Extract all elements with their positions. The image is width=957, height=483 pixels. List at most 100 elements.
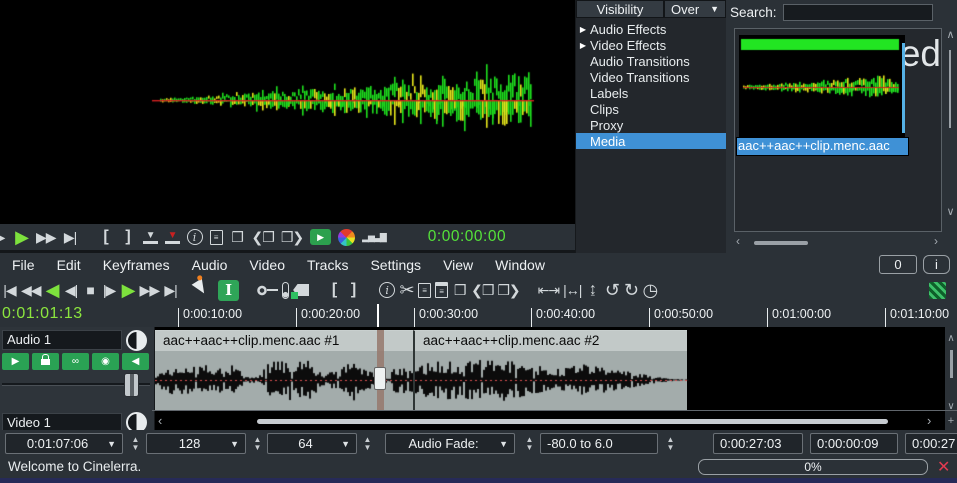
label-icon[interactable]: ❒ <box>230 227 245 247</box>
menu-window[interactable]: Window <box>495 257 545 273</box>
folder-clips[interactable]: Clips <box>576 101 726 117</box>
media-item-name[interactable]: aac++aac++clip.menc.aac <box>736 137 909 156</box>
duration-stepper[interactable]: ▲ ▼ <box>127 433 144 454</box>
folder-video-effects[interactable]: ▶Video Effects <box>576 37 726 53</box>
play-icon[interactable]: ▶ <box>121 280 136 300</box>
expand-icon[interactable]: ▶ <box>576 25 590 34</box>
fast-forward-icon[interactable]: ▶▶ <box>36 227 56 247</box>
scroll-right-icon[interactable]: › <box>927 413 931 428</box>
arm-track-button[interactable] <box>32 353 59 370</box>
menu-edit[interactable]: Edit <box>57 257 81 273</box>
track-canvas[interactable]: aac++aac++clip.menc.aac #1 aac++aac++cli… <box>155 327 945 430</box>
mute-track-button[interactable]: ◀ <box>122 353 149 370</box>
selection-length-field[interactable]: 0:00:00:09 <box>810 433 898 454</box>
fast-forward-icon[interactable]: ▶▶ <box>140 280 160 300</box>
folder-proxy[interactable]: Proxy <box>576 117 726 133</box>
fit-autos-icon[interactable]: |↔| <box>563 280 581 300</box>
split-icon[interactable]: ✂ <box>399 280 414 300</box>
draw-media-button[interactable]: ◉ <box>92 353 119 370</box>
folder-video-transitions[interactable]: Video Transitions <box>576 69 726 85</box>
automation-stepper[interactable]: ▲ ▼ <box>521 433 538 454</box>
frame-reverse-icon[interactable]: ◀| <box>64 280 79 300</box>
overlay-mode-dropdown[interactable]: Over ▼ <box>664 0 726 18</box>
cut-paste-mode-icon[interactable]: I <box>218 280 239 301</box>
scrollbar-thumb[interactable] <box>949 50 951 128</box>
scroll-right-icon[interactable]: › <box>934 234 938 248</box>
plus-icon[interactable]: + <box>945 415 957 427</box>
menu-keyframes[interactable]: Keyframes <box>103 257 170 273</box>
out-point-icon[interactable]: ] <box>346 280 361 300</box>
copy-icon[interactable]: ≡ <box>418 283 431 298</box>
fit-selection-icon[interactable]: ⇤⇥ <box>538 280 559 300</box>
in-point-icon[interactable]: [ <box>327 280 342 300</box>
folder-media[interactable]: Media <box>576 133 726 149</box>
play-partial-icon[interactable]: ▶ <box>0 227 7 247</box>
timeline-horizontal-scrollbar[interactable] <box>257 419 888 424</box>
amplitude-zoom-combo[interactable]: 128 ▼ <box>146 433 246 454</box>
timeline-vertical-scrollbar[interactable]: ∧ ∨ + <box>945 327 957 430</box>
audio-clip-2[interactable]: aac++aac++clip.menc.aac #2 <box>413 330 687 410</box>
paste-icon[interactable]: ≡ <box>435 282 448 298</box>
amplitude-stepper[interactable]: ▲ ▼ <box>249 433 266 454</box>
frame-forward-icon[interactable]: |▶ <box>102 280 117 300</box>
automation-type-combo[interactable]: Audio Fade: ▼ <box>385 433 515 454</box>
selection-start-field[interactable]: 0:00:27:03 <box>713 433 803 454</box>
expand-track-button[interactable] <box>126 412 147 430</box>
zoom-selection-icon[interactable]: ↨ <box>585 280 600 300</box>
close-icon[interactable]: ✕ <box>937 457 950 477</box>
histogram-icon[interactable]: ▂▅▃▇ <box>362 227 386 247</box>
track-height-stepper[interactable]: ▲ ▼ <box>359 433 376 454</box>
menu-settings[interactable]: Settings <box>370 257 421 273</box>
goto-start-icon[interactable]: |◀ <box>2 280 17 300</box>
clip-info-icon[interactable]: i <box>187 229 203 245</box>
selection-handle[interactable] <box>374 367 386 390</box>
automation-range-field[interactable]: -80.0 to 6.0 <box>540 433 658 454</box>
scroll-down-icon[interactable]: ∨ <box>945 401 957 412</box>
viewer-canvas[interactable] <box>0 0 575 224</box>
gang-fader-button[interactable]: ∞ <box>62 353 89 370</box>
next-label-icon[interactable]: ❒❯ <box>497 280 519 300</box>
menu-audio[interactable]: Audio <box>192 257 228 273</box>
preferences-clock-icon[interactable]: ◷ <box>642 280 657 300</box>
dual-screen-icon[interactable] <box>929 282 946 299</box>
prev-label-icon[interactable]: ❮❒ <box>252 227 274 247</box>
fader-handle[interactable] <box>124 373 139 397</box>
media-horizontal-scrollbar[interactable]: ‹ › <box>734 236 942 249</box>
scroll-down-icon[interactable]: ∨ <box>944 205 957 218</box>
goto-end-icon[interactable]: ▶| <box>63 227 78 247</box>
lock-labels-icon[interactable] <box>293 284 309 296</box>
keyframe-key-icon[interactable] <box>257 285 278 296</box>
expand-icon[interactable]: ▶ <box>576 41 590 50</box>
out-point-icon[interactable]: ] <box>121 227 136 247</box>
media-vertical-scrollbar[interactable]: ∧ ∨ <box>944 28 957 232</box>
prev-label-icon[interactable]: ❮❒ <box>471 280 493 300</box>
timebar-ruler[interactable]: 0:00:10:000:00:20:000:00:30:000:00:40:00… <box>155 303 957 327</box>
next-label-icon[interactable]: ❒❯ <box>281 227 303 247</box>
scroll-left-icon[interactable]: ‹ <box>736 234 740 248</box>
menu-view[interactable]: View <box>443 257 473 273</box>
folder-audio-effects[interactable]: ▶Audio Effects <box>576 21 726 37</box>
redo-icon[interactable]: ↻ <box>623 280 638 300</box>
folder-audio-transitions[interactable]: Audio Transitions <box>576 53 726 69</box>
info-button[interactable]: i <box>923 255 950 274</box>
expand-track-button[interactable] <box>126 330 147 351</box>
insertion-point-marker[interactable] <box>377 304 379 327</box>
step-down-icon[interactable]: ▼ <box>254 444 262 452</box>
to-clip-icon[interactable]: ▶ <box>310 229 331 245</box>
scroll-up-icon[interactable]: ∧ <box>946 29 954 41</box>
selection-end-field[interactable]: 0:00:27 <box>905 433 957 454</box>
undo-icon[interactable]: ↺ <box>604 280 619 300</box>
track-title-video1[interactable]: Video 1 <box>2 413 122 430</box>
zero-button[interactable]: 0 <box>879 255 917 274</box>
menu-file[interactable]: File <box>12 257 35 273</box>
menu-video[interactable]: Video <box>249 257 285 273</box>
duration-zoom-combo[interactable]: 0:01:07:06 ▼ <box>5 433 123 454</box>
play-track-button[interactable]: ▶ <box>2 353 29 370</box>
folder-labels[interactable]: Labels <box>576 85 726 101</box>
copy-icon[interactable]: ≡ <box>210 230 223 245</box>
scrollbar-thumb[interactable] <box>754 241 808 245</box>
scroll-up-icon[interactable]: ∧ <box>945 333 957 344</box>
goto-end-icon[interactable]: ▶| <box>163 280 178 300</box>
search-input[interactable] <box>783 4 933 21</box>
color-wheel-icon[interactable] <box>338 229 355 246</box>
